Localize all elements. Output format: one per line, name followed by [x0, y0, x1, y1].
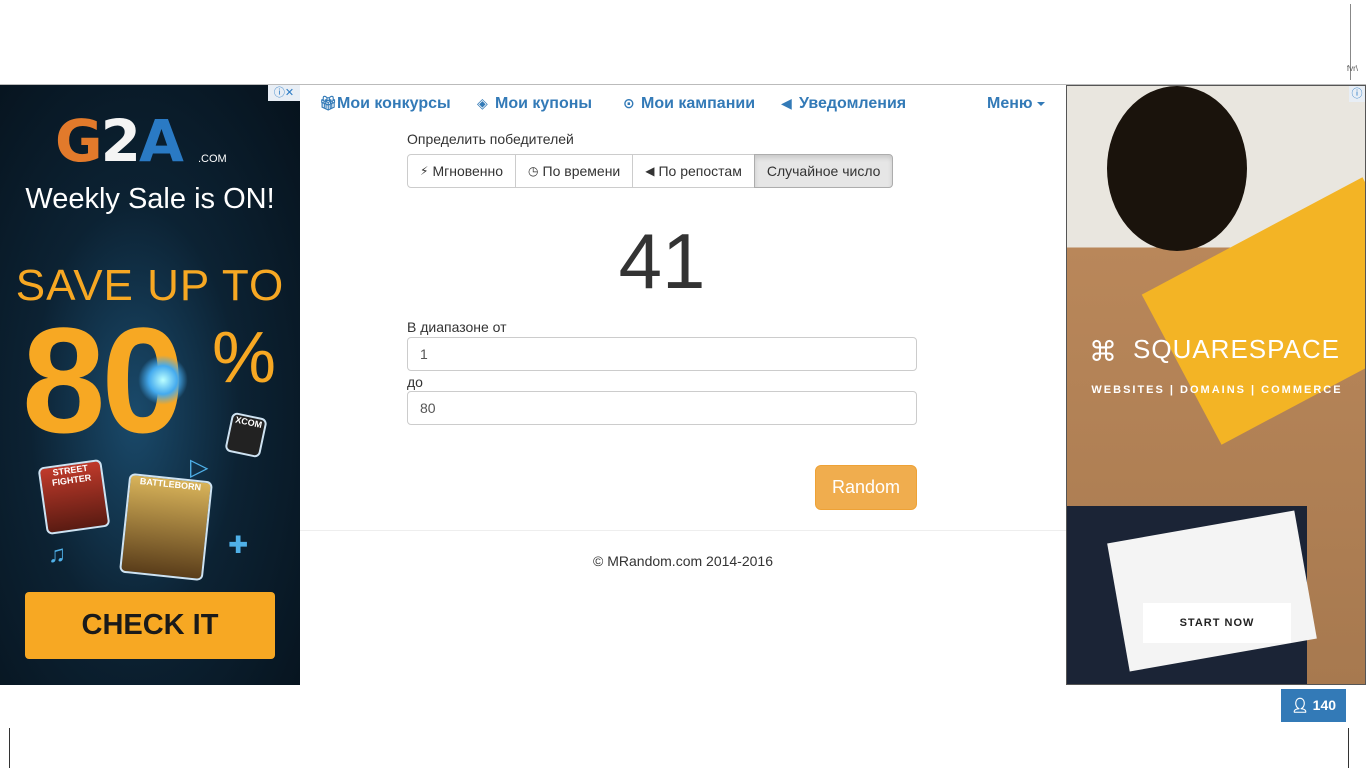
range-from-label: В диапазоне от [407, 319, 507, 335]
squarespace-mark-icon: ⌘ [1089, 335, 1118, 367]
clock-icon: ◷ [528, 164, 539, 178]
g2a-logo-domain: .COM [198, 153, 227, 165]
megaphone-icon: ◀ [645, 164, 655, 178]
ad-tagline: WEBSITES | DOMAINS | COMMERCE [1091, 384, 1343, 396]
adchoices-icon[interactable]: ⓘ [1349, 86, 1365, 102]
nav-my-campaigns[interactable]: ⊙ Мои кампании [623, 95, 755, 113]
winner-mode-tabs: ⚡︎ Мгновенно ◷ По времени ◀ По репостам Слу… [407, 154, 894, 188]
ad-headline: Weekly Sale is ON! [25, 183, 275, 215]
gift-icon: 🎁︎ [319, 95, 337, 111]
range-to-label: до [407, 374, 423, 390]
game-cover-battleborn: BATTLEBORN [119, 472, 213, 582]
online-counter-badge[interactable]: 👤︎ 140 [1281, 689, 1346, 722]
g2a-logo: G2A [55, 107, 184, 175]
nav-notifications[interactable]: ◀ Уведомления [781, 95, 906, 113]
nav-menu-dropdown[interactable]: Меню [987, 95, 1045, 113]
caret-down-icon [1036, 101, 1045, 106]
winner-mode-label: Определить победителей [407, 131, 574, 147]
top-nav: 🎁︎Мои конкурсы ◈ Мои купоны ⊙ Мои кампании… [300, 85, 1066, 127]
check-it-button[interactable]: CHECK IT [25, 592, 275, 659]
ad-glow-decoration [138, 355, 188, 405]
gamepad-icon: ✚ [228, 532, 249, 559]
play-circle-icon: ⊙ [623, 95, 635, 111]
tab-random-number[interactable]: Случайное число [753, 154, 894, 188]
squarespace-logo: ⌘ SQUARESPACE [1089, 334, 1341, 367]
game-cover-street-fighter: STREET FIGHTER [37, 458, 111, 536]
footer-divider [300, 530, 1066, 531]
footer-copyright: © MRandom.com 2014-2016 [593, 553, 773, 569]
tab-by-time[interactable]: ◷ По времени [515, 154, 634, 188]
game-cover-xcom: XCOM [224, 411, 268, 459]
tags-icon: ◈ [477, 95, 488, 111]
nav-my-coupons[interactable]: ◈ Мои купоны [477, 95, 592, 113]
top-banner-ad[interactable]: fvr\ [0, 0, 1366, 85]
range-from-input[interactable] [407, 337, 917, 371]
bolt-icon: ⚡︎ [420, 164, 429, 178]
tab-instant[interactable]: ⚡︎ Мгновенно [407, 154, 517, 188]
user-icon: 👤︎ [1290, 697, 1309, 713]
bullhorn-icon: ◀ [781, 95, 792, 111]
bottom-left-frame-edge [0, 728, 10, 768]
play-icon: ▷ [190, 454, 209, 481]
adchoices-icon[interactable]: ⓘ✕ [268, 85, 300, 101]
bottom-right-frame-edge [1348, 728, 1366, 768]
tab-by-reposts[interactable]: ◀ По репостам [632, 154, 755, 188]
random-result: 41 [618, 217, 706, 305]
ad-label: fvr\ [1346, 64, 1358, 73]
ad-person-hair [1107, 86, 1247, 251]
nav-my-contests[interactable]: 🎁︎Мои конкурсы [319, 95, 451, 113]
ad-percent-sign: % [212, 318, 277, 398]
g2a-ad[interactable]: ⓘ✕ G2A .COM Weekly Sale is ON! SAVE UP T… [0, 85, 300, 685]
start-now-button[interactable]: START NOW [1143, 603, 1291, 643]
squarespace-ad[interactable]: ⓘ ⌘ SQUARESPACE WEBSITES | DOMAINS | COMM… [1066, 85, 1366, 685]
music-note-icon: ♫ [48, 541, 66, 568]
random-button[interactable]: Random [815, 465, 917, 510]
range-to-input[interactable] [407, 391, 917, 425]
